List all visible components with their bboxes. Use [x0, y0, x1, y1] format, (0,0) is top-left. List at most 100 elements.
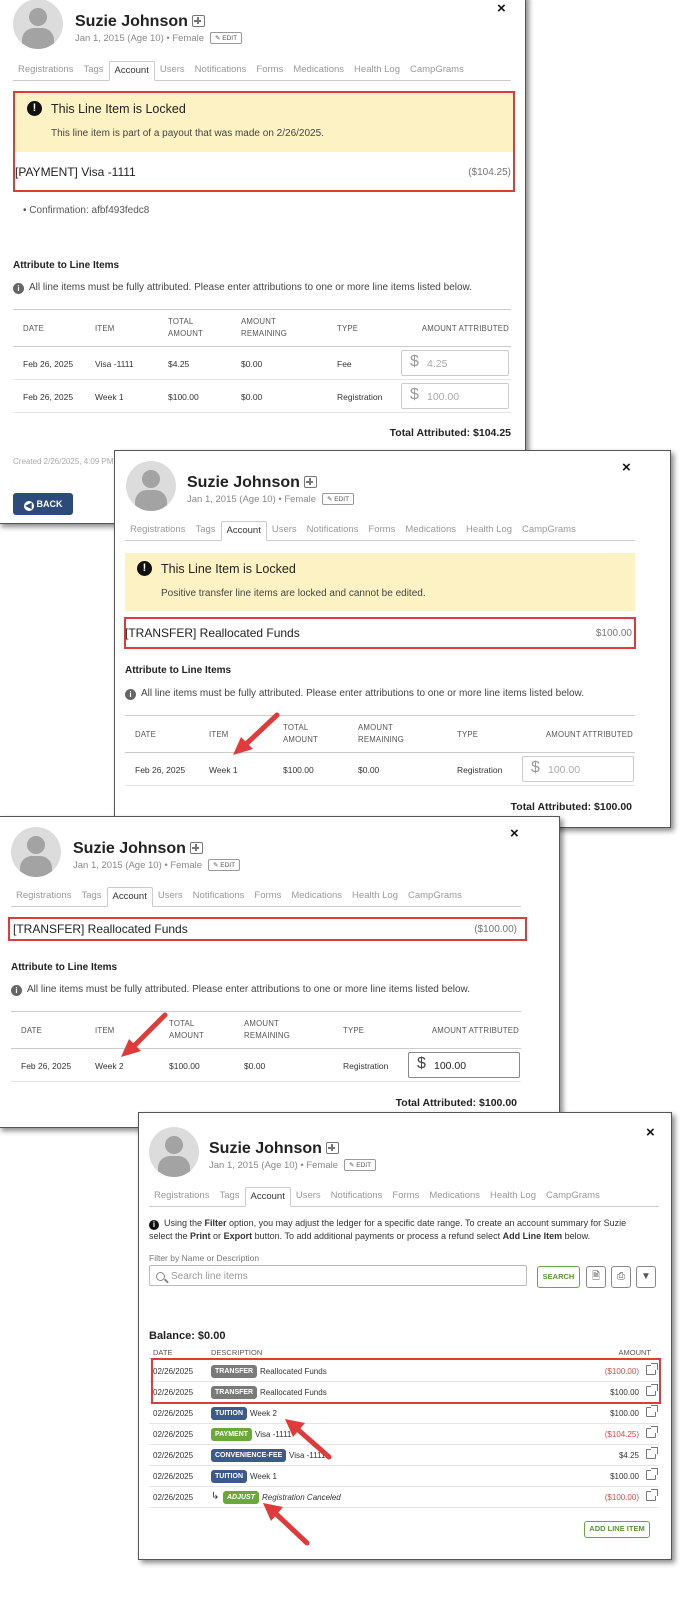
tab-notifications[interactable]: Notifications — [302, 521, 364, 541]
tab-health-log[interactable]: Health Log — [347, 887, 403, 907]
external-link-icon[interactable] — [646, 1426, 658, 1438]
external-link-icon[interactable] — [646, 1405, 658, 1417]
locked-title: This Line Item is Locked — [161, 562, 296, 576]
ledger-row: 02/26/2025 ↳ ADJUST Registration Canceled ($… — [149, 1487, 659, 1508]
tab-account[interactable]: Account — [244, 1187, 291, 1207]
tab-medications[interactable]: Medications — [288, 61, 349, 81]
cell-item: Week 1 — [209, 765, 238, 775]
tab-forms[interactable]: Forms — [251, 61, 288, 81]
ledger-tag: ADJUST — [223, 1491, 260, 1504]
table-row: Feb 26, 2025 Week 2 $100.00 $0.00 Regist… — [11, 1049, 521, 1082]
tab-forms[interactable]: Forms — [249, 887, 286, 907]
ledger-amount: ($100.00) — [604, 1493, 639, 1502]
cell-type: Fee — [337, 359, 352, 369]
tab-campgrams[interactable]: CampGrams — [405, 61, 469, 81]
table-header: DATE ITEM TOTAL AMOUNT AMOUNT REMAINING TY… — [11, 1011, 521, 1049]
amount-attributed-input[interactable]: $100.00 — [522, 756, 634, 782]
tab-tags[interactable]: Tags — [190, 521, 220, 541]
tab-medications[interactable]: Medications — [400, 521, 461, 541]
tab-account[interactable]: Account — [108, 61, 155, 81]
ledger-date: 02/26/2025 — [153, 1451, 194, 1460]
edit-button[interactable]: ✎ EDIT — [344, 1159, 377, 1171]
ledger-row: 02/26/2025 CONVENIENCE-FEE Visa -1111 $4.25 — [149, 1445, 659, 1466]
tab-users[interactable]: Users — [155, 61, 190, 81]
external-link-icon[interactable] — [646, 1468, 658, 1480]
cell-type: Registration — [337, 392, 383, 402]
tab-campgrams[interactable]: CampGrams — [403, 887, 467, 907]
ledger-amount: $4.25 — [618, 1451, 639, 1460]
amount-attributed-input[interactable]: $4.25 — [401, 350, 509, 376]
ledger-row: 02/26/2025 TUITION Week 2 $100.00 — [149, 1403, 659, 1424]
tab-notifications[interactable]: Notifications — [190, 61, 252, 81]
red-arrow-icon — [121, 1012, 168, 1057]
header-attributed: AMOUNT ATTRIBUTED — [545, 730, 633, 739]
dollar-icon: $ — [417, 1055, 426, 1072]
tab-users[interactable]: Users — [267, 521, 302, 541]
ledger-amount: ($104.25) — [604, 1430, 639, 1439]
tab-campgrams[interactable]: CampGrams — [517, 521, 581, 541]
table-row: Feb 26, 2025 Week 1 $100.00 $0.00 Regist… — [13, 380, 511, 413]
tab-tags[interactable]: Tags — [214, 1187, 244, 1207]
external-link-icon[interactable] — [646, 1447, 658, 1459]
back-button[interactable]: ◀ BACK — [13, 493, 73, 515]
cell-item: Week 1 — [95, 392, 124, 402]
cell-item: Week 2 — [95, 1061, 124, 1071]
close-icon[interactable]: × — [497, 1, 506, 16]
search-button[interactable]: SEARCH — [537, 1266, 580, 1288]
tab-registrations[interactable]: Registrations — [125, 521, 190, 541]
table-header: DATE ITEM TOTAL AMOUNT AMOUNT REMAINING TY… — [13, 309, 511, 347]
avatar — [149, 1127, 199, 1177]
highlight-box — [13, 91, 515, 192]
tab-forms[interactable]: Forms — [363, 521, 400, 541]
ledger-row: 02/26/2025 TUITION Week 1 $100.00 — [149, 1466, 659, 1487]
tab-health-log[interactable]: Health Log — [485, 1187, 541, 1207]
edit-button[interactable]: ✎ EDIT — [210, 32, 243, 44]
export-icon[interactable]: 🗎 — [586, 1266, 606, 1288]
print-icon[interactable]: ⎙ — [611, 1266, 631, 1288]
person-name: Suzie Johnson — [75, 13, 205, 31]
panel-transfer-negative: × Suzie Johnson Jan 1, 2015 (Age 10) • F… — [0, 816, 560, 1128]
tab-registrations[interactable]: Registrations — [13, 61, 78, 81]
panel-account-ledger: × Suzie Johnson Jan 1, 2015 (Age 10) • F… — [138, 1112, 672, 1560]
ledger-amount: $100.00 — [610, 1472, 639, 1481]
tab-registrations[interactable]: Registrations — [11, 887, 76, 907]
tab-health-log[interactable]: Health Log — [461, 521, 517, 541]
close-icon[interactable]: × — [646, 1125, 655, 1140]
tab-notifications[interactable]: Notifications — [326, 1187, 388, 1207]
person-meta: Jan 1, 2015 (Age 10) • Female ✎ EDIT — [73, 859, 241, 871]
amount-attributed-input[interactable]: $100.00 — [408, 1052, 520, 1078]
tab-account[interactable]: Account — [220, 521, 267, 541]
edit-button[interactable]: ✎ EDIT — [322, 493, 355, 505]
close-icon[interactable]: × — [510, 826, 519, 841]
external-link-icon[interactable] — [646, 1489, 658, 1501]
tab-bar: Registrations Tags Account Users Notific… — [13, 61, 511, 81]
cell-date: Feb 26, 2025 — [135, 765, 186, 775]
line-item-amount: ($100.00) — [474, 924, 517, 935]
tab-forms[interactable]: Forms — [387, 1187, 424, 1207]
ledger-date: 02/26/2025 — [153, 1430, 194, 1439]
tab-account[interactable]: Account — [106, 887, 153, 907]
tab-medications[interactable]: Medications — [286, 887, 347, 907]
edit-button[interactable]: ✎ EDIT — [208, 859, 241, 871]
tab-users[interactable]: Users — [291, 1187, 326, 1207]
search-input[interactable]: Search line items — [149, 1265, 527, 1286]
tab-users[interactable]: Users — [153, 887, 188, 907]
cell-type: Registration — [457, 765, 503, 775]
close-icon[interactable]: × — [622, 460, 631, 475]
medical-badge-icon — [303, 476, 317, 488]
filter-icon[interactable]: ▼ — [636, 1266, 656, 1288]
tab-campgrams[interactable]: CampGrams — [541, 1187, 605, 1207]
tab-tags[interactable]: Tags — [78, 61, 108, 81]
tab-tags[interactable]: Tags — [76, 887, 106, 907]
tab-registrations[interactable]: Registrations — [149, 1187, 214, 1207]
tab-medications[interactable]: Medications — [424, 1187, 485, 1207]
tab-notifications[interactable]: Notifications — [188, 887, 250, 907]
add-line-item-button[interactable]: ADD LINE ITEM — [584, 1521, 650, 1538]
indent-arrow-icon: ↳ — [211, 1491, 220, 1502]
ledger-tag: TUITION — [211, 1470, 247, 1483]
tab-health-log[interactable]: Health Log — [349, 61, 405, 81]
header-date: DATE — [153, 1348, 173, 1357]
search-icon — [156, 1272, 165, 1281]
amount-attributed-input[interactable]: $100.00 — [401, 383, 509, 409]
cell-remaining: $0.00 — [241, 392, 263, 402]
